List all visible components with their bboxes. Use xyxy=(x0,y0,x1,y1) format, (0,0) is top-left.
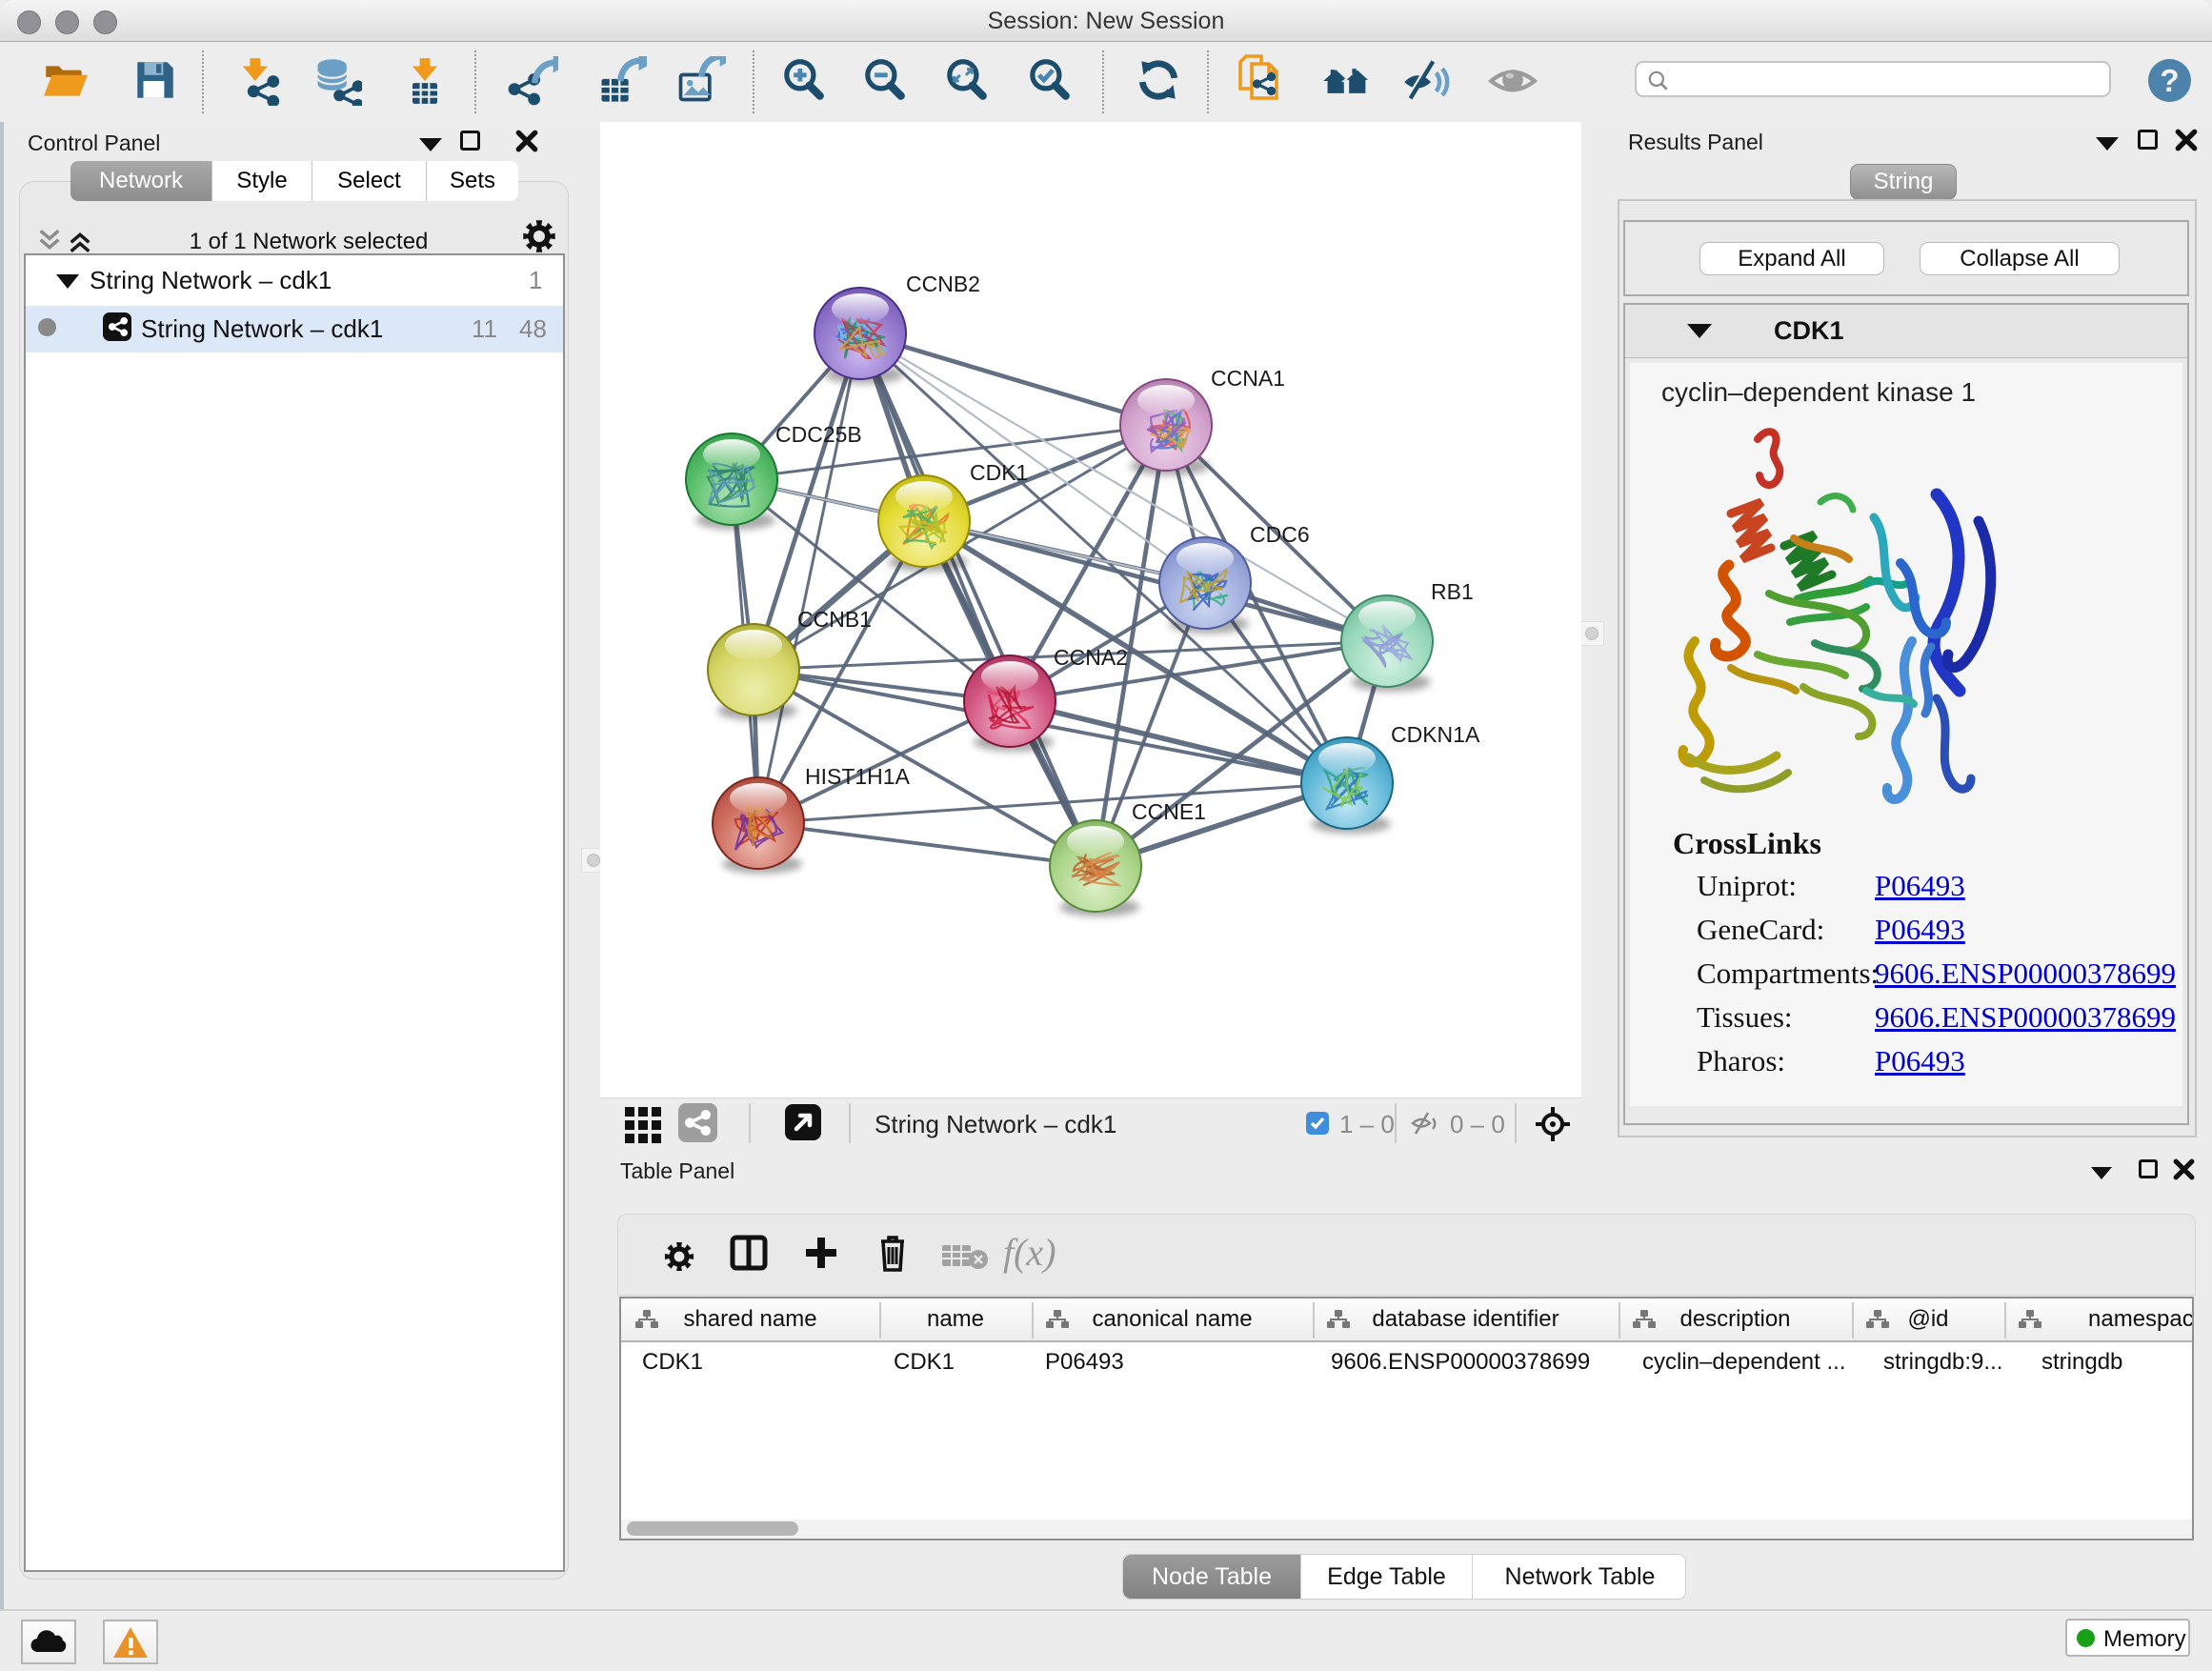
svg-text:CCNB1: CCNB1 xyxy=(797,607,872,632)
svg-text:CCNA1: CCNA1 xyxy=(1211,366,1285,391)
svg-text:CCNB2: CCNB2 xyxy=(906,272,980,296)
svg-text:HIST1H1A: HIST1H1A xyxy=(805,764,911,789)
svg-text:CDKN1A: CDKN1A xyxy=(1391,722,1480,747)
svg-text:RB1: RB1 xyxy=(1431,579,1474,604)
svg-text:CCNA2: CCNA2 xyxy=(1054,645,1128,670)
svg-text:CDC25B: CDC25B xyxy=(775,422,862,447)
svg-text:CCNE1: CCNE1 xyxy=(1132,799,1206,824)
svg-text:CDK1: CDK1 xyxy=(970,460,1028,485)
svg-text:CDC6: CDC6 xyxy=(1250,522,1310,547)
